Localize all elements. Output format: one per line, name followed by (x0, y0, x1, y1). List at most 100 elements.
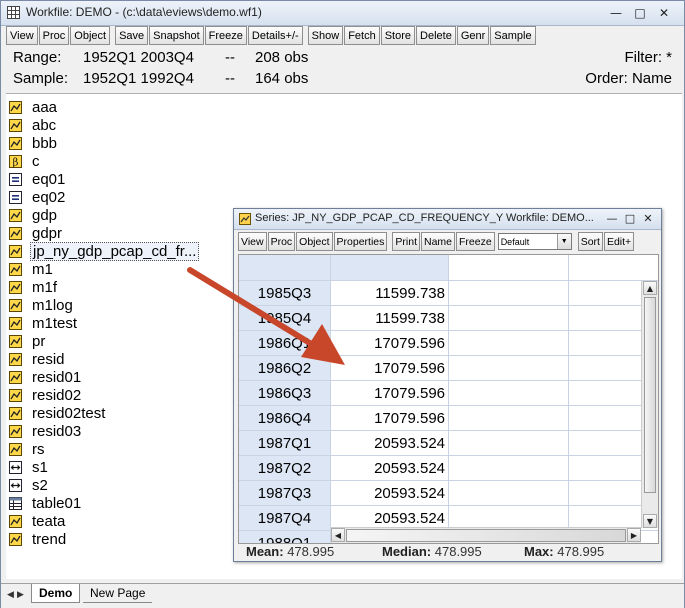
observation-label[interactable]: 1987Q4 (239, 506, 331, 531)
series-object-button[interactable]: Object (296, 232, 333, 251)
series-close-icon[interactable]: ✕ (639, 211, 657, 226)
workfile-object-item[interactable]: m1log (9, 296, 75, 314)
series-maximize-icon[interactable]: □ (621, 211, 639, 226)
observation-label[interactable]: 1985Q3 (239, 281, 331, 306)
tab-demo[interactable]: Demo (31, 584, 81, 603)
series-sort-button[interactable]: Sort (577, 232, 603, 251)
workfile-object-item[interactable]: trend (9, 530, 68, 548)
observation-label[interactable]: 1985Q4 (239, 306, 331, 331)
fetch-button[interactable]: Fetch (344, 26, 380, 45)
empty-cell[interactable] (449, 431, 569, 456)
range-value[interactable]: 1952Q1 2003Q4 (83, 49, 194, 66)
workfile-object-item[interactable]: rs (9, 440, 47, 458)
empty-cell[interactable] (449, 406, 569, 431)
scroll-left-icon[interactable]: ◀ (331, 528, 345, 542)
close-icon[interactable]: ✕ (652, 4, 676, 21)
details-button[interactable]: Details+/- (247, 26, 303, 45)
observation-label[interactable]: 1987Q3 (239, 481, 331, 506)
column-header-cell[interactable] (331, 255, 449, 281)
observation-label[interactable]: 1986Q2 (239, 356, 331, 381)
observation-label[interactable]: 1988Q1 (239, 531, 331, 543)
empty-cell[interactable] (449, 381, 569, 406)
observation-label[interactable]: 1986Q1 (239, 331, 331, 356)
workfile-object-item[interactable]: pr (9, 332, 47, 350)
sample-button[interactable]: Sample (490, 26, 536, 45)
scroll-down-icon[interactable]: ▼ (643, 514, 657, 528)
empty-cell[interactable] (449, 306, 569, 331)
tab-new-page[interactable]: New Page (83, 584, 153, 603)
series-properties-button[interactable]: Properties (333, 232, 388, 251)
workfile-object-item[interactable]: resid01 (9, 368, 83, 386)
workfile-object-item[interactable]: bbb (9, 134, 59, 152)
workfile-object-item[interactable]: eq02 (9, 188, 67, 206)
workfile-object-item[interactable]: eq01 (9, 170, 67, 188)
series-minimize-icon[interactable]: — (603, 211, 621, 226)
show-button[interactable]: Show (307, 26, 344, 45)
filter-label[interactable]: Filter: * (624, 49, 672, 66)
object-button[interactable]: Object (70, 26, 111, 45)
workfile-object-item[interactable]: jp_ny_gdp_pcap_cd_fr... (9, 241, 200, 261)
workfile-object-item[interactable]: resid02test (9, 404, 107, 422)
series-freeze-button[interactable]: Freeze (456, 232, 495, 251)
horizontal-scroll-thumb[interactable] (346, 529, 626, 542)
column-header-cell[interactable] (569, 255, 658, 281)
snapshot-button[interactable]: Snapshot (149, 26, 204, 45)
sample-label[interactable]: Sample: (13, 70, 68, 87)
freeze-button[interactable]: Freeze (204, 26, 247, 45)
series-proc-button[interactable]: Proc (267, 232, 296, 251)
series-value-cell[interactable]: 20593.524 (331, 481, 449, 506)
series-value-cell[interactable]: 17079.596 (331, 406, 449, 431)
minimize-icon[interactable]: — (604, 4, 628, 21)
workfile-object-item[interactable]: m1f (9, 278, 59, 296)
view-button[interactable]: View (6, 26, 38, 45)
observation-label[interactable]: 1987Q2 (239, 456, 331, 481)
workfile-object-item[interactable]: abc (9, 116, 58, 134)
series-view-button[interactable]: View (238, 232, 267, 251)
workfile-object-item[interactable]: βc (9, 152, 42, 170)
scroll-up-icon[interactable]: ▲ (643, 281, 657, 295)
workfile-object-item[interactable]: resid02 (9, 386, 83, 404)
workfile-object-item[interactable]: s2 (9, 476, 50, 494)
workfile-titlebar[interactable]: Workfile: DEMO - (c:\data\eviews\demo.wf… (1, 1, 684, 26)
order-label[interactable]: Order: Name (585, 70, 672, 87)
observation-label[interactable]: 1987Q1 (239, 431, 331, 456)
proc-button[interactable]: Proc (38, 26, 70, 45)
series-value-cell[interactable]: 20593.524 (331, 431, 449, 456)
format-select[interactable]: Default ▼ (497, 233, 572, 250)
vertical-scrollbar[interactable]: ▲ ▼ (641, 281, 658, 528)
scroll-right-icon[interactable]: ▶ (627, 528, 641, 542)
series-titlebar[interactable]: Series: JP_NY_GDP_PCAP_CD_FREQUENCY_Y Wo… (234, 209, 661, 230)
observation-label[interactable]: 1986Q3 (239, 381, 331, 406)
workfile-object-item[interactable]: s1 (9, 458, 50, 476)
workfile-object-item[interactable]: gdp (9, 206, 59, 224)
empty-cell[interactable] (449, 456, 569, 481)
delete-button[interactable]: Delete (416, 26, 456, 45)
observation-label[interactable]: 1986Q4 (239, 406, 331, 431)
series-edit-button[interactable]: Edit+ (603, 232, 635, 251)
chevron-down-icon[interactable]: ▼ (556, 234, 571, 249)
maximize-icon[interactable]: □ (628, 4, 652, 21)
series-value-cell[interactable]: 11599.738 (331, 281, 449, 306)
series-value-cell[interactable]: 17079.596 (331, 381, 449, 406)
grid-corner-cell[interactable] (239, 255, 331, 281)
workfile-object-item[interactable]: aaa (9, 98, 59, 116)
save-button[interactable]: Save (115, 26, 149, 45)
series-value-cell[interactable]: 20593.524 (331, 456, 449, 481)
vertical-scroll-thumb[interactable] (644, 297, 656, 493)
workfile-object-item[interactable]: table01 (9, 494, 83, 512)
series-spreadsheet[interactable]: 1985Q3 11599.738 1985Q4 11599.738 1986Q1 1707… (238, 254, 659, 544)
tab-scroll-left-icon[interactable]: ◀ (7, 590, 14, 600)
workfile-object-item[interactable]: m1test (9, 314, 79, 332)
store-button[interactable]: Store (380, 26, 416, 45)
genr-button[interactable]: Genr (456, 26, 490, 45)
empty-cell[interactable] (449, 331, 569, 356)
sample-value[interactable]: 1952Q1 1992Q4 (83, 70, 194, 87)
empty-cell[interactable] (449, 281, 569, 306)
empty-cell[interactable] (449, 356, 569, 381)
horizontal-scrollbar[interactable]: ◀ ▶ (331, 527, 641, 543)
workfile-object-item[interactable]: resid (9, 350, 67, 368)
column-header-cell[interactable] (449, 255, 569, 281)
range-label[interactable]: Range: (13, 49, 61, 66)
workfile-object-item[interactable]: gdpr (9, 224, 64, 242)
workfile-object-item[interactable]: resid03 (9, 422, 83, 440)
